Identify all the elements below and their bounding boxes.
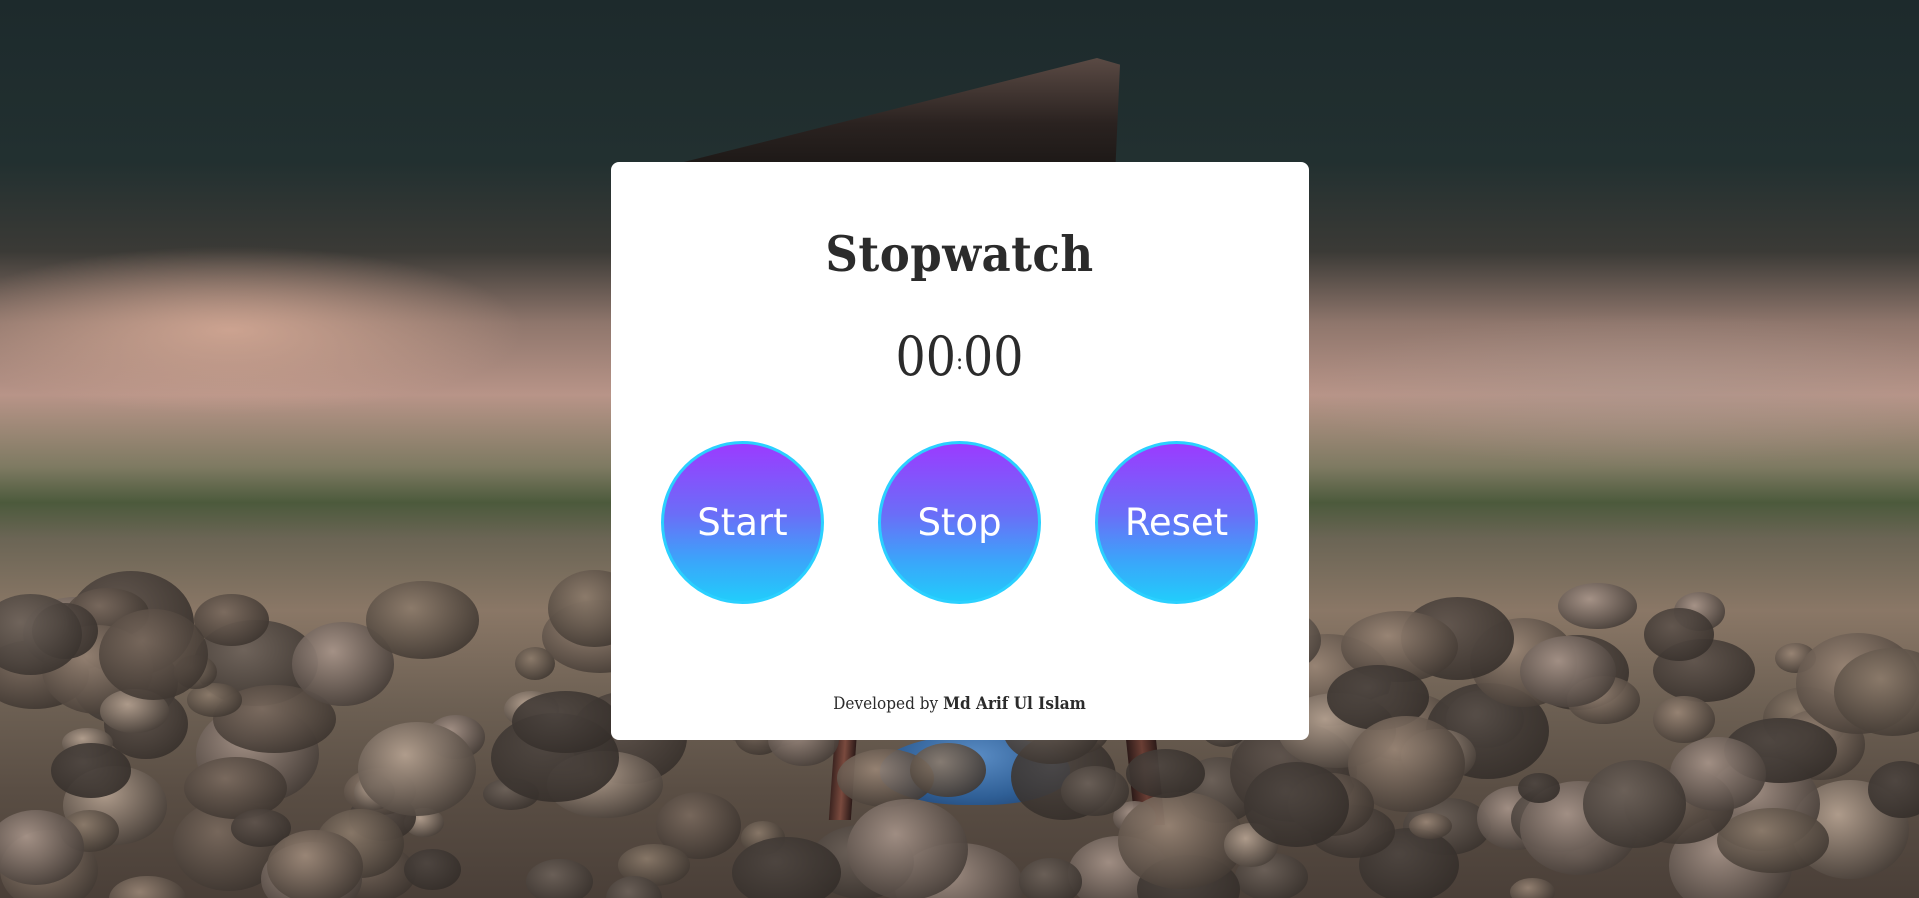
page-title: Stopwatch <box>825 225 1094 283</box>
pebble-decoration <box>404 848 462 891</box>
pebble-decoration <box>1582 760 1687 848</box>
pebble-decoration <box>1060 765 1130 816</box>
hourglass-top-decoration <box>660 58 1120 168</box>
pebble-decoration <box>1643 608 1715 662</box>
footer-credit: Developed by Md Arif Ul Islam <box>96 694 1823 714</box>
time-separator: : <box>955 347 964 375</box>
pebble-decoration <box>50 743 131 798</box>
pebble-decoration <box>267 830 364 898</box>
pebble-decoration <box>1126 749 1206 798</box>
time-minutes: 00 <box>895 325 956 388</box>
start-button[interactable]: Start <box>661 441 824 604</box>
pebble-decoration <box>99 608 209 700</box>
time-seconds: 00 <box>963 325 1024 388</box>
pebble-decoration <box>847 799 969 898</box>
pebble-decoration <box>193 593 269 647</box>
pebble-decoration <box>1558 582 1638 630</box>
pebble-decoration <box>1716 807 1829 873</box>
pebble-decoration <box>732 837 842 898</box>
pebble-decoration <box>1244 761 1350 848</box>
pebble-decoration <box>109 876 187 898</box>
footer-author: Md Arif Ul Islam <box>943 694 1086 714</box>
footer-prefix: Developed by <box>833 694 939 714</box>
pebble-decoration <box>358 721 476 816</box>
reset-button[interactable]: Reset <box>1095 441 1258 604</box>
pebble-decoration <box>1509 878 1556 898</box>
pebble-decoration <box>365 581 480 659</box>
time-display: 00:00 <box>115 330 1804 384</box>
pebble-decoration <box>909 743 987 797</box>
pebble-decoration <box>525 858 593 898</box>
stop-button[interactable]: Stop <box>878 441 1041 604</box>
pebble-decoration <box>1018 858 1082 898</box>
